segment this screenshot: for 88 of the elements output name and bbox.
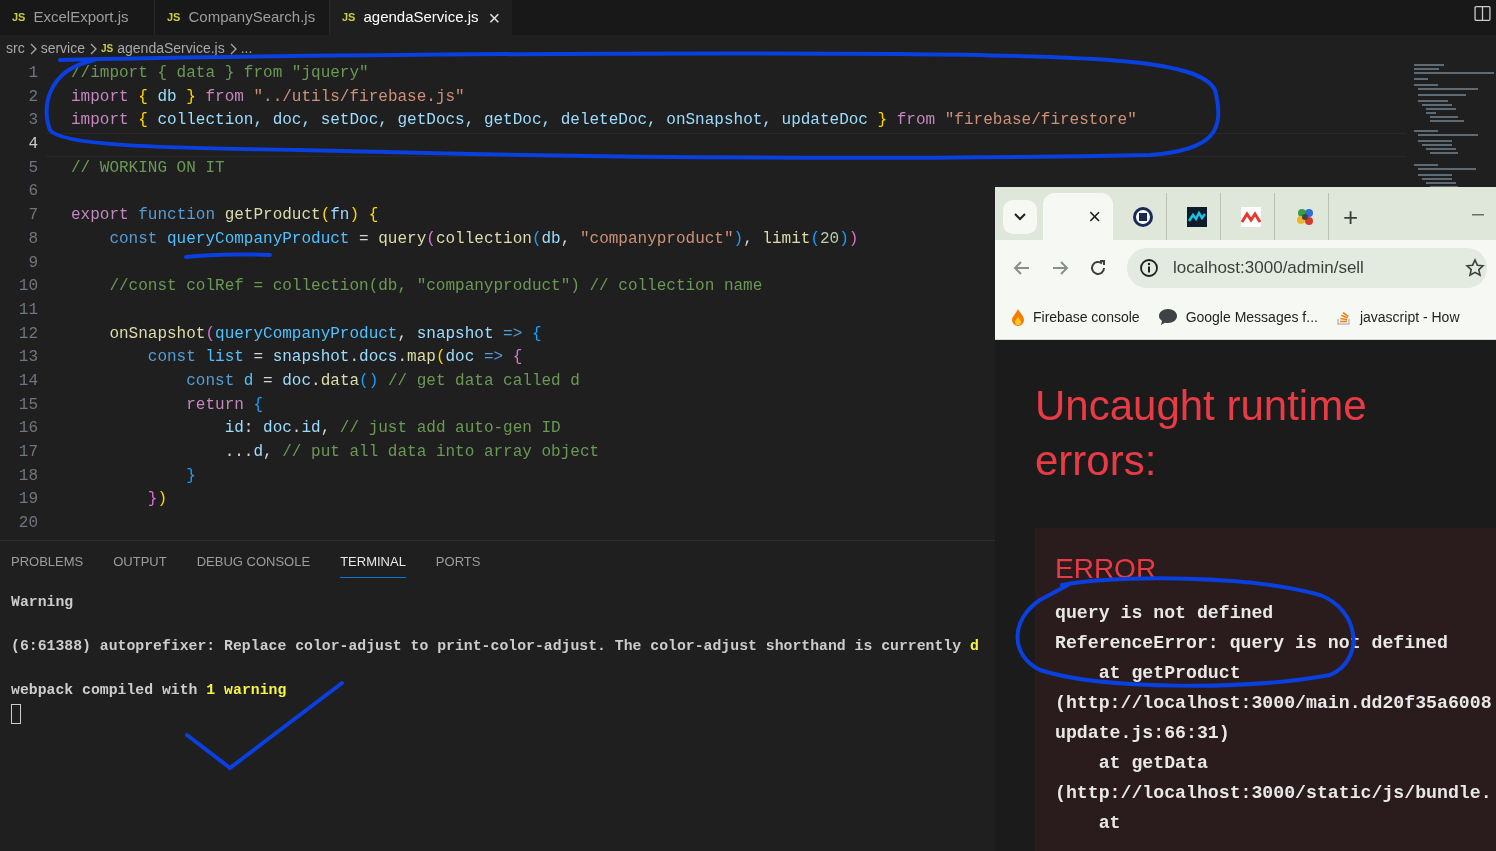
info-icon[interactable] <box>1139 257 1159 278</box>
line-number: 18 <box>17 465 38 487</box>
flame-icon <box>1011 308 1025 326</box>
line-number: 8 <box>27 228 38 250</box>
code-line: export function getProduct(fn) { <box>71 205 379 227</box>
line-number: 12 <box>17 323 38 345</box>
terminal-cursor <box>11 703 21 724</box>
code-line: onSnapshot(queryCompanyProduct, snapshot => { <box>108 323 542 345</box>
error-message-line: at getProduct <box>1097 662 1241 685</box>
terminal-line: Warning <box>11 593 74 612</box>
line-number: 11 <box>17 299 38 321</box>
star-icon[interactable] <box>1465 257 1485 278</box>
close-icon[interactable]: × <box>488 7 501 28</box>
breadcrumb-item[interactable]: service <box>40 38 86 59</box>
tab-favicon-icon <box>1294 206 1315 227</box>
code-line: const list = snapshot.docs.map(doc => { <box>146 347 523 369</box>
bookmark[interactable]: Google Messages f... <box>1157 306 1318 328</box>
breadcrumb-item[interactable]: src <box>6 38 25 59</box>
js-file-icon: JS <box>12 9 26 26</box>
breadcrumb-item[interactable]: ... <box>240 38 253 59</box>
js-file-icon: JS <box>167 9 181 26</box>
panel-tab[interactable]: TERMINAL <box>340 545 406 579</box>
tab-favicon-icon <box>1131 205 1154 228</box>
line-number: 14 <box>17 370 38 392</box>
terminal-line: webpack compiled with 1 warning <box>11 681 287 701</box>
bookmark[interactable]: Firebase console <box>1011 306 1140 328</box>
chevron-icon <box>228 42 237 55</box>
error-message-line: at <box>1097 812 1121 835</box>
address-bar[interactable]: localhost:3000/admin/sell <box>1127 247 1487 288</box>
tab-favicon-icon <box>1240 206 1261 227</box>
error-message-line: query is not defined <box>1055 602 1274 625</box>
code-line: } <box>185 465 196 487</box>
line-number: 2 <box>27 86 38 108</box>
code-line: id: doc.id, // just add auto-gen ID <box>223 418 561 440</box>
code-line: //import { data } from "jquery" <box>71 63 369 84</box>
error-message-line: update.js:66:31) <box>1055 722 1230 745</box>
error-message-line: at getData <box>1097 752 1208 775</box>
line-number: 4 <box>27 134 38 156</box>
tab-favicon-icon <box>1186 206 1207 227</box>
error-title: Uncaught runtime errors: <box>1035 381 1368 486</box>
code-line: import { db } from "../utils/firebase.js" <box>71 86 465 108</box>
line-number: 5 <box>27 157 38 179</box>
js-file-icon: JS <box>101 41 114 56</box>
line-number: 20 <box>17 513 38 535</box>
line-number: 6 <box>27 181 38 203</box>
chevron-icon <box>89 42 98 55</box>
line-number: 17 <box>17 442 38 463</box>
breadcrumb-item[interactable]: agendaService.js <box>117 38 225 59</box>
chat-bubble-icon <box>1157 308 1178 326</box>
error-message-line: (http://localhost:3000/main.dd20f35a6008 <box>1055 692 1492 715</box>
code-line: return { <box>185 394 264 416</box>
line-number: 16 <box>17 418 38 440</box>
error-label: ERROR <box>1055 552 1157 586</box>
code-line: const queryCompanyProduct = query(collection(db, "companyproduct"), limit(20)) <box>108 228 859 250</box>
split-editor-icon[interactable] <box>1474 5 1491 22</box>
chevron-icon <box>28 42 37 55</box>
line-number: 10 <box>17 276 38 298</box>
reload-icon[interactable] <box>1089 258 1107 277</box>
code-line: }) <box>146 489 168 511</box>
new-tab-button[interactable]: + <box>1343 204 1359 230</box>
line-number: 1 <box>27 63 38 84</box>
code-line: import { collection, doc, setDoc, getDocs, getDoc, deleteDoc, onSnapshot, updateDoc } from "firebase/firestore" <box>71 110 1137 132</box>
panel-tab[interactable]: PORTS <box>435 546 481 578</box>
bookmark[interactable]: javascript - How <box>1335 306 1460 328</box>
code-line: const d = doc.data() // get data called d <box>185 370 580 392</box>
code-line: //const colRef = collection(db, "companyproduct") // collection name <box>108 276 763 298</box>
panel-tab[interactable]: PROBLEMS <box>11 546 84 578</box>
line-number: 15 <box>17 394 38 416</box>
forward-icon[interactable] <box>1051 258 1069 277</box>
chevron-down-icon <box>1014 213 1026 221</box>
tab-search-button[interactable] <box>1003 200 1037 234</box>
line-number: 3 <box>27 110 38 132</box>
url-text: localhost:3000/admin/sell <box>1173 256 1364 279</box>
line-number: 19 <box>17 489 38 511</box>
panel-tab[interactable]: OUTPUT <box>113 546 167 578</box>
code-line: // WORKING ON IT <box>71 157 225 179</box>
line-number: 7 <box>27 205 38 227</box>
close-icon[interactable]: × <box>1088 205 1101 228</box>
line-number: 13 <box>17 347 38 369</box>
code-line: ...d, // put all data into array object <box>223 442 600 463</box>
editor-tab[interactable]: JS agendaService.js × <box>330 0 513 35</box>
terminal-line: (6:61388) autoprefixer: Replace color-adjust to print-color-adjust. The color-adjust shorthand is currently d <box>11 637 979 657</box>
back-icon[interactable] <box>1013 258 1031 277</box>
line-number: 9 <box>27 252 38 274</box>
panel-tab[interactable]: DEBUG CONSOLE <box>196 546 311 578</box>
browser-tab[interactable]: × <box>1043 193 1113 240</box>
js-file-icon: JS <box>342 9 356 26</box>
error-message-line: (http://localhost:3000/static/js/bundle. <box>1055 782 1492 805</box>
